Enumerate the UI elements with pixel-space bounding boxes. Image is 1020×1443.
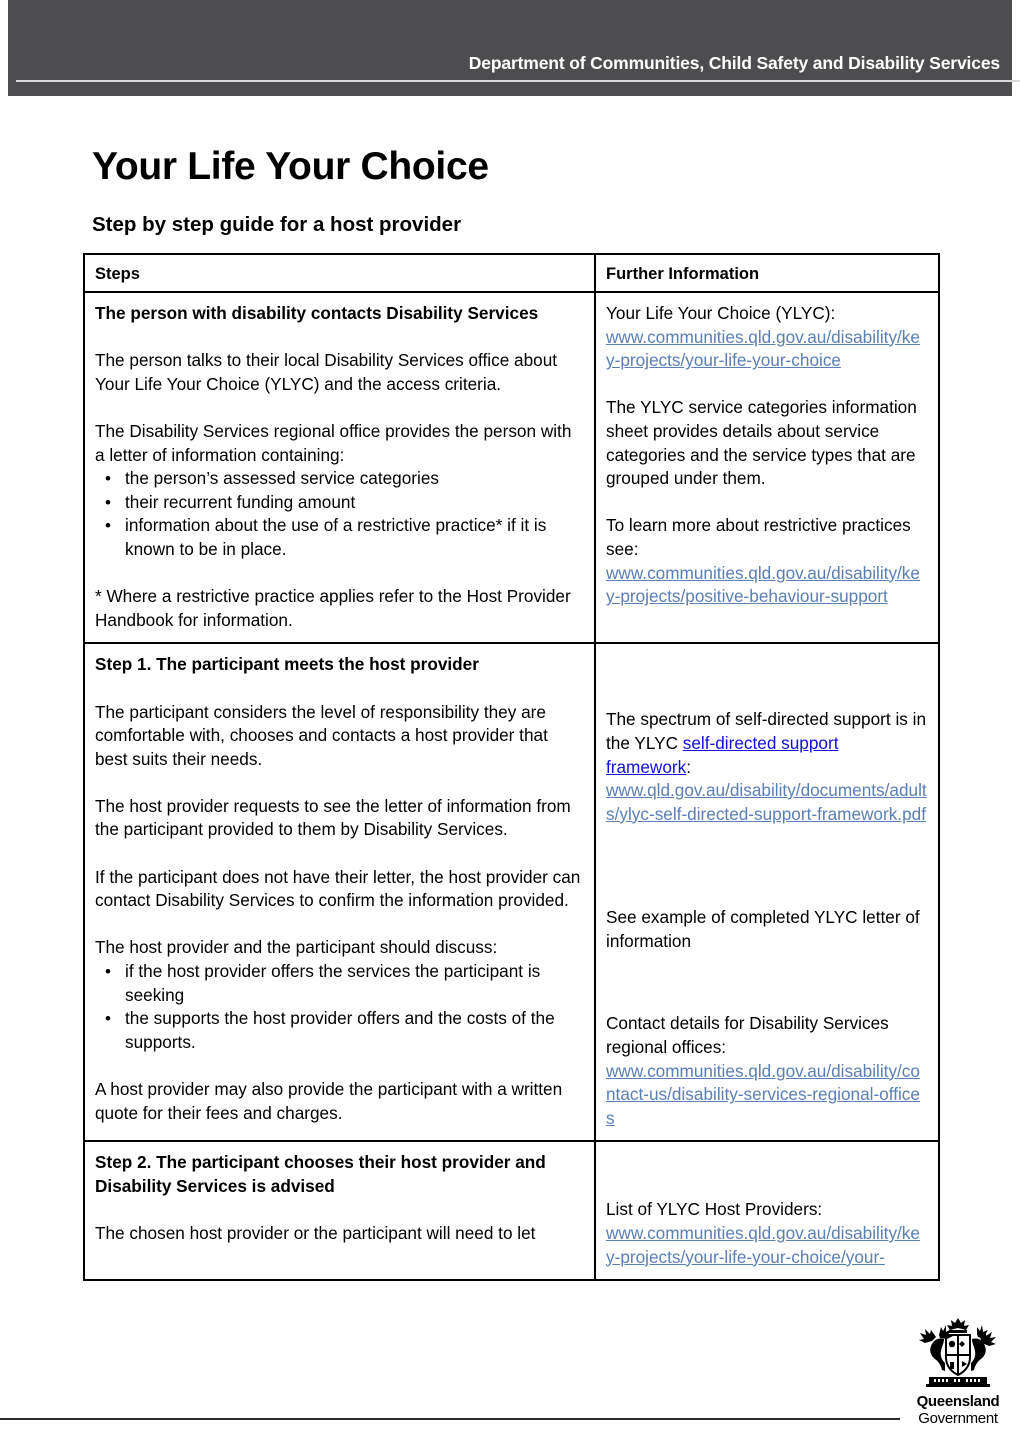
- row-2-info-cell: The spectrum of self-directed support is…: [594, 642, 940, 1143]
- row-2-info-spacer-top: [606, 653, 928, 708]
- row-2-info-lead-3: Contact details for Disability Services …: [606, 1013, 889, 1058]
- row-2-info-para-1-text-b: :: [686, 756, 692, 777]
- logo-text-government: Government: [918, 1410, 998, 1427]
- row-3-steps-heading: Step 2. The participant chooses their ho…: [95, 1152, 546, 1197]
- row-1-info-cell: Your Life Your Choice (YLYC): www.commun…: [594, 290, 940, 645]
- table-row: The person with disability contacts Disa…: [83, 290, 940, 645]
- header-divider-rule: [16, 80, 1020, 82]
- row-1-info-lead-1: Your Life Your Choice (YLYC):: [606, 303, 836, 323]
- list-item: their recurrent funding amount: [105, 491, 584, 515]
- row-1-steps-para-2: The Disability Services regional office …: [95, 420, 572, 465]
- ylyc-home-link[interactable]: www.communities.qld.gov.au/disability/ke…: [606, 327, 920, 371]
- page-subtitle: Step by step guide for a host provider: [92, 213, 462, 236]
- row-3-info-link-1-wrap: www.communities.qld.gov.au/disability/ke…: [606, 1222, 928, 1269]
- column-header-steps: Steps: [83, 253, 596, 293]
- page-title: Your Life Your Choice: [92, 145, 489, 188]
- footer-divider-rule: [0, 1418, 900, 1420]
- row-3-steps-cell: Step 2. The participant chooses their ho…: [83, 1140, 596, 1282]
- row-1-steps-heading: The person with disability contacts Disa…: [95, 303, 539, 323]
- row-1-info-link-3-wrap: www.communities.qld.gov.au/disability/ke…: [606, 562, 928, 609]
- row-3-steps-para-1: The chosen host provider or the particip…: [95, 1223, 536, 1244]
- column-header-steps-label: Steps: [95, 265, 140, 283]
- department-name: Department of Communities, Child Safety …: [468, 53, 1000, 73]
- row-2-info-spacer-mid: [606, 826, 928, 906]
- row-1-info-para-2: The YLYC service categories information …: [606, 397, 917, 489]
- row-2-steps-para-5: A host provider may also provide the par…: [95, 1079, 563, 1123]
- row-3-info-cell: List of YLYC Host Providers: www.communi…: [594, 1140, 940, 1282]
- table-header-row: Steps Further Information: [83, 253, 940, 293]
- table-row: Step 1. The participant meets the host p…: [83, 642, 940, 1143]
- row-1-steps-bullet-list: the person’s assessed service categories…: [95, 467, 584, 561]
- row-2-info-link-3-wrap: www.communities.qld.gov.au/disability/co…: [606, 1060, 928, 1131]
- positive-behaviour-support-link[interactable]: www.communities.qld.gov.au/disability/ke…: [606, 563, 920, 607]
- list-item: the person’s assessed service categories: [105, 467, 584, 491]
- row-2-info-spacer-lower: [606, 953, 928, 1012]
- regional-offices-link[interactable]: www.communities.qld.gov.au/disability/co…: [606, 1061, 920, 1128]
- row-2-steps-para-3: If the participant does not have their l…: [95, 866, 581, 911]
- row-2-steps-bullet-list: if the host provider offers the services…: [95, 960, 584, 1054]
- row-2-steps-cell: Step 1. The participant meets the host p…: [83, 642, 596, 1143]
- row-2-steps-para-4: The host provider and the participant sh…: [95, 937, 498, 958]
- document-header-band: Department of Communities, Child Safety …: [8, 0, 1020, 96]
- table-row: Step 2. The participant chooses their ho…: [83, 1140, 940, 1282]
- list-item: if the host provider offers the services…: [105, 960, 584, 1007]
- row-2-info-link-1-wrap: www.qld.gov.au/disability/documents/adul…: [606, 779, 928, 826]
- queensland-coat-of-arms-icon: [919, 1318, 996, 1387]
- column-header-further-information-label: Further Information: [606, 265, 760, 283]
- ylyc-framework-pdf-link[interactable]: www.qld.gov.au/disability/documents/adul…: [606, 780, 927, 824]
- logo-text-queensland: Queensland: [916, 1393, 1000, 1410]
- row-2-steps-para-2: The host provider requests to see the le…: [95, 795, 571, 840]
- list-item: the supports the host provider offers an…: [105, 1007, 584, 1054]
- column-header-further-information: Further Information: [594, 253, 940, 293]
- row-2-steps-heading: Step 1. The participant meets the host p…: [95, 654, 479, 675]
- host-providers-list-link[interactable]: www.communities.qld.gov.au/disability/ke…: [606, 1223, 920, 1267]
- row-1-info-link-1-wrap: www.communities.qld.gov.au/disability/ke…: [606, 326, 928, 373]
- row-2-steps-para-1: The participant considers the level of r…: [95, 701, 548, 769]
- row-1-steps-footnote: * Where a restrictive practice applies r…: [95, 586, 571, 630]
- row-2-info-para-1: The spectrum of self-directed support is…: [606, 708, 928, 779]
- row-2-info-para-2: See example of completed YLYC letter of …: [606, 907, 920, 951]
- step-by-step-guide-table: Steps Further Information The person wit…: [83, 253, 940, 1282]
- list-item: information about the use of a restricti…: [105, 514, 584, 561]
- row-1-steps-cell: The person with disability contacts Disa…: [83, 290, 596, 645]
- row-1-info-lead-3: To learn more about restrictive practice…: [606, 515, 911, 559]
- queensland-government-logo: Queensland Government: [908, 1315, 1008, 1427]
- row-3-info-spacer-top: [606, 1151, 928, 1198]
- row-1-steps-para-1: The person talks to their local Disabili…: [95, 350, 558, 394]
- row-3-info-lead-1: List of YLYC Host Providers:: [606, 1199, 823, 1220]
